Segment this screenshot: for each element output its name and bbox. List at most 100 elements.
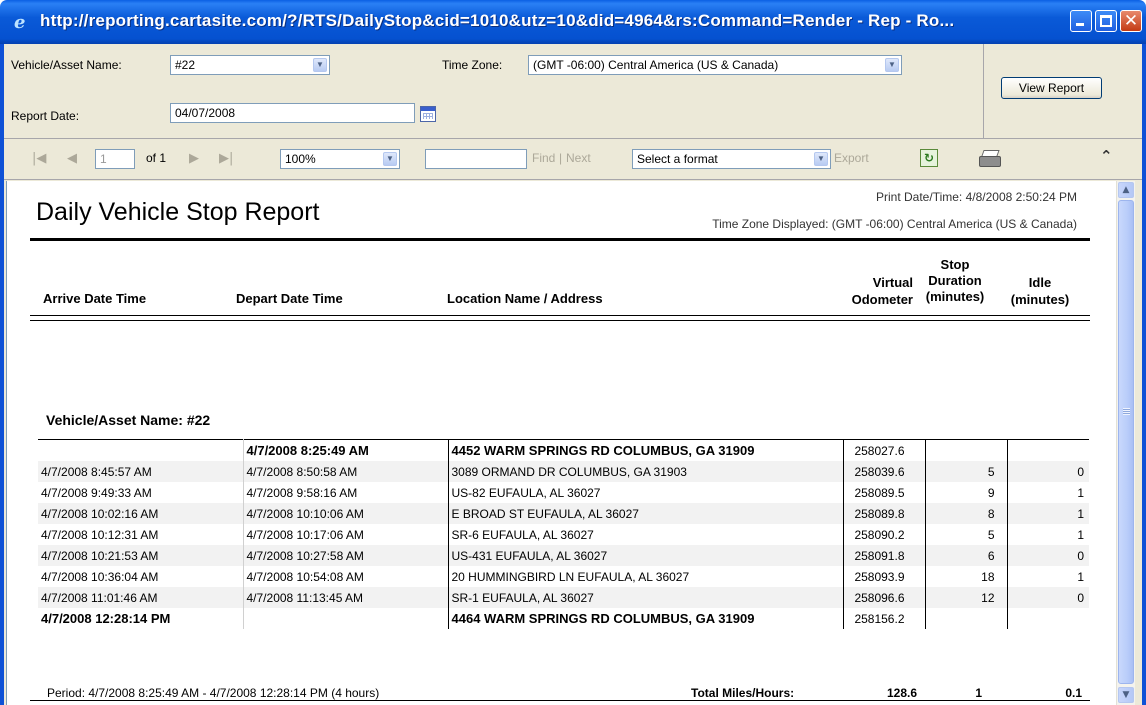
depart-cell: 4/7/2008 11:13:45 AM	[243, 587, 449, 608]
header-odometer-line1: Virtual	[872, 275, 913, 290]
location-cell: US-82 EUFAULA, AL 36027	[448, 482, 844, 503]
report-date-input[interactable]: 04/07/2008	[170, 103, 415, 123]
minimize-button[interactable]	[1070, 10, 1092, 32]
arrive-cell: 4/7/2008 10:02:16 AM	[38, 503, 244, 524]
chevron-down-icon[interactable]: ▼	[313, 58, 327, 72]
close-button[interactable]: ✕	[1120, 10, 1142, 32]
window-title: http://reporting.cartasite.com/?/RTS/Dai…	[40, 11, 955, 30]
double-chevron-up-icon[interactable]: ⌃	[1100, 147, 1113, 165]
zoom-select[interactable]: 100% ▼	[280, 149, 400, 169]
table-row: 4/7/2008 10:02:16 AM 4/7/2008 10:10:06 AM…	[38, 503, 1089, 524]
depart-cell	[243, 608, 449, 629]
printer-icon[interactable]	[979, 149, 1001, 167]
title-rule	[30, 238, 1090, 241]
total-idle: 0.1	[1065, 686, 1082, 700]
window-frame: Vehicle/Asset Name: #22 ▼ Time Zone: (GM…	[0, 44, 1146, 705]
header-stop-duration: Stop Duration (minutes)	[913, 257, 997, 305]
first-page-icon[interactable]: |◀	[32, 150, 46, 168]
arrive-cell	[38, 439, 244, 461]
location-cell: 3089 ORMAND DR COLUMBUS, GA 31903	[448, 461, 844, 482]
window-titlebar[interactable]: e http://reporting.cartasite.com/?/RTS/D…	[0, 0, 1146, 44]
idle-cell	[1007, 608, 1089, 629]
location-cell: SR-1 EUFAULA, AL 36027	[448, 587, 844, 608]
scroll-thumb[interactable]	[1118, 200, 1134, 684]
idle-cell: 0	[1007, 587, 1089, 608]
chevron-down-icon[interactable]: ▼	[383, 152, 397, 166]
depart-cell: 4/7/2008 10:27:58 AM	[243, 545, 449, 566]
location-cell: 4452 WARM SPRINGS RD COLUMBUS, GA 31909	[448, 439, 844, 461]
location-cell: 4464 WARM SPRINGS RD COLUMBUS, GA 31909	[448, 608, 844, 629]
header-idle-line1: Idle	[1028, 275, 1052, 290]
depart-cell: 4/7/2008 10:54:08 AM	[243, 566, 449, 587]
group-label: Vehicle/Asset Name: #22	[46, 412, 211, 428]
refresh-icon[interactable]: ↻	[920, 149, 938, 167]
table-row: 4/7/2008 9:49:33 AM 4/7/2008 9:58:16 AM US…	[38, 482, 1089, 503]
header-idle: Idle (minutes)	[997, 274, 1083, 308]
ie-logo-icon: e	[14, 12, 26, 33]
stop-duration-cell: 12	[925, 587, 1008, 608]
vertical-scrollbar[interactable]: ▲ ▼	[1116, 181, 1135, 705]
stop-duration-cell	[925, 608, 1008, 629]
chevron-down-icon[interactable]: ▼	[885, 58, 899, 72]
export-link[interactable]: Export	[834, 151, 869, 165]
zoom-value: 100%	[285, 152, 316, 166]
idle-cell: 0	[1007, 461, 1089, 482]
view-report-button[interactable]: View Report	[1001, 77, 1102, 99]
maximize-button[interactable]	[1095, 10, 1117, 32]
header-odometer-line2: Odometer	[851, 292, 913, 307]
idle-cell: 1	[1007, 503, 1089, 524]
header-depart: Depart Date Time	[236, 291, 343, 306]
chevron-down-icon[interactable]: ▼	[814, 152, 828, 166]
header-odometer: Virtual Odometer	[829, 274, 913, 308]
export-format-select[interactable]: Select a format ▼	[632, 149, 831, 169]
arrive-cell: 4/7/2008 10:21:53 AM	[38, 545, 244, 566]
odometer-cell: 258090.2	[843, 524, 926, 545]
header-idle-line2: (minutes)	[1010, 292, 1070, 307]
next-link[interactable]: Next	[566, 151, 591, 165]
odometer-cell: 258091.8	[843, 545, 926, 566]
report-toolbar: |◀ ◀ 1 of 1 ▶ ▶| 100% ▼ Find | Next Sele…	[4, 139, 1142, 180]
header-stop-line1: Stop	[940, 257, 970, 272]
location-cell: SR-6 EUFAULA, AL 36027	[448, 524, 844, 545]
arrive-cell: 4/7/2008 10:36:04 AM	[38, 566, 244, 587]
scroll-down-icon[interactable]: ▼	[1118, 687, 1134, 703]
stop-duration-cell: 8	[925, 503, 1008, 524]
stop-duration-cell: 9	[925, 482, 1008, 503]
page-number-value: 1	[100, 152, 107, 166]
table-row: 4/7/2008 11:01:46 AM 4/7/2008 11:13:45 AM…	[38, 587, 1089, 608]
page-number-input[interactable]: 1	[95, 149, 135, 169]
prev-page-icon[interactable]: ◀	[67, 150, 77, 168]
idle-cell: 1	[1077, 527, 1084, 542]
timezone-select-value: (GMT -06:00) Central America (US & Canad…	[533, 58, 779, 72]
next-page-icon[interactable]: ▶	[189, 150, 199, 168]
arrive-cell: 4/7/2008 8:45:57 AM	[38, 461, 244, 482]
find-link[interactable]: Find	[532, 151, 555, 165]
odometer-cell: 258156.2	[843, 608, 926, 629]
total-miles: 128.6	[886, 686, 917, 700]
location-cell: US-431 EUFAULA, AL 36027	[448, 545, 844, 566]
period-summary: Period: 4/7/2008 8:25:49 AM - 4/7/2008 1…	[47, 686, 380, 700]
print-date: Print Date/Time: 4/8/2008 2:50:24 PM	[876, 190, 1077, 204]
divider	[983, 44, 984, 138]
header-location: Location Name / Address	[447, 291, 603, 306]
stop-duration-cell: 6	[925, 545, 1008, 566]
find-input[interactable]	[425, 149, 527, 169]
vehicle-select[interactable]: #22 ▼	[170, 55, 330, 75]
table-row: 4/7/2008 10:12:31 AM 4/7/2008 10:17:06 AM…	[38, 524, 1089, 545]
stop-duration-cell	[925, 439, 1008, 461]
last-page-icon[interactable]: ▶|	[219, 150, 233, 168]
report-title: Daily Vehicle Stop Report	[36, 198, 320, 226]
scroll-up-icon[interactable]: ▲	[1118, 182, 1134, 198]
stop-table: 4/7/2008 8:25:49 AM 4452 WARM SPRINGS RD …	[38, 439, 1089, 629]
timezone-select[interactable]: (GMT -06:00) Central America (US & Canad…	[528, 55, 902, 75]
vehicle-select-value: #22	[175, 58, 196, 72]
find-separator: |	[559, 151, 563, 165]
odometer-cell: 258089.8	[843, 503, 926, 524]
depart-cell: 4/7/2008 9:58:16 AM	[243, 482, 449, 503]
calendar-icon[interactable]	[420, 106, 436, 122]
idle-cell	[1007, 439, 1089, 461]
location-cell: 20 HUMMINGBIRD LN EUFAULA, AL 36027	[448, 566, 844, 587]
arrive-cell: 4/7/2008 10:12:31 AM	[38, 524, 244, 545]
arrive-cell: 4/7/2008 9:49:33 AM	[38, 482, 244, 503]
depart-cell: 4/7/2008 10:10:06 AM	[243, 503, 449, 524]
